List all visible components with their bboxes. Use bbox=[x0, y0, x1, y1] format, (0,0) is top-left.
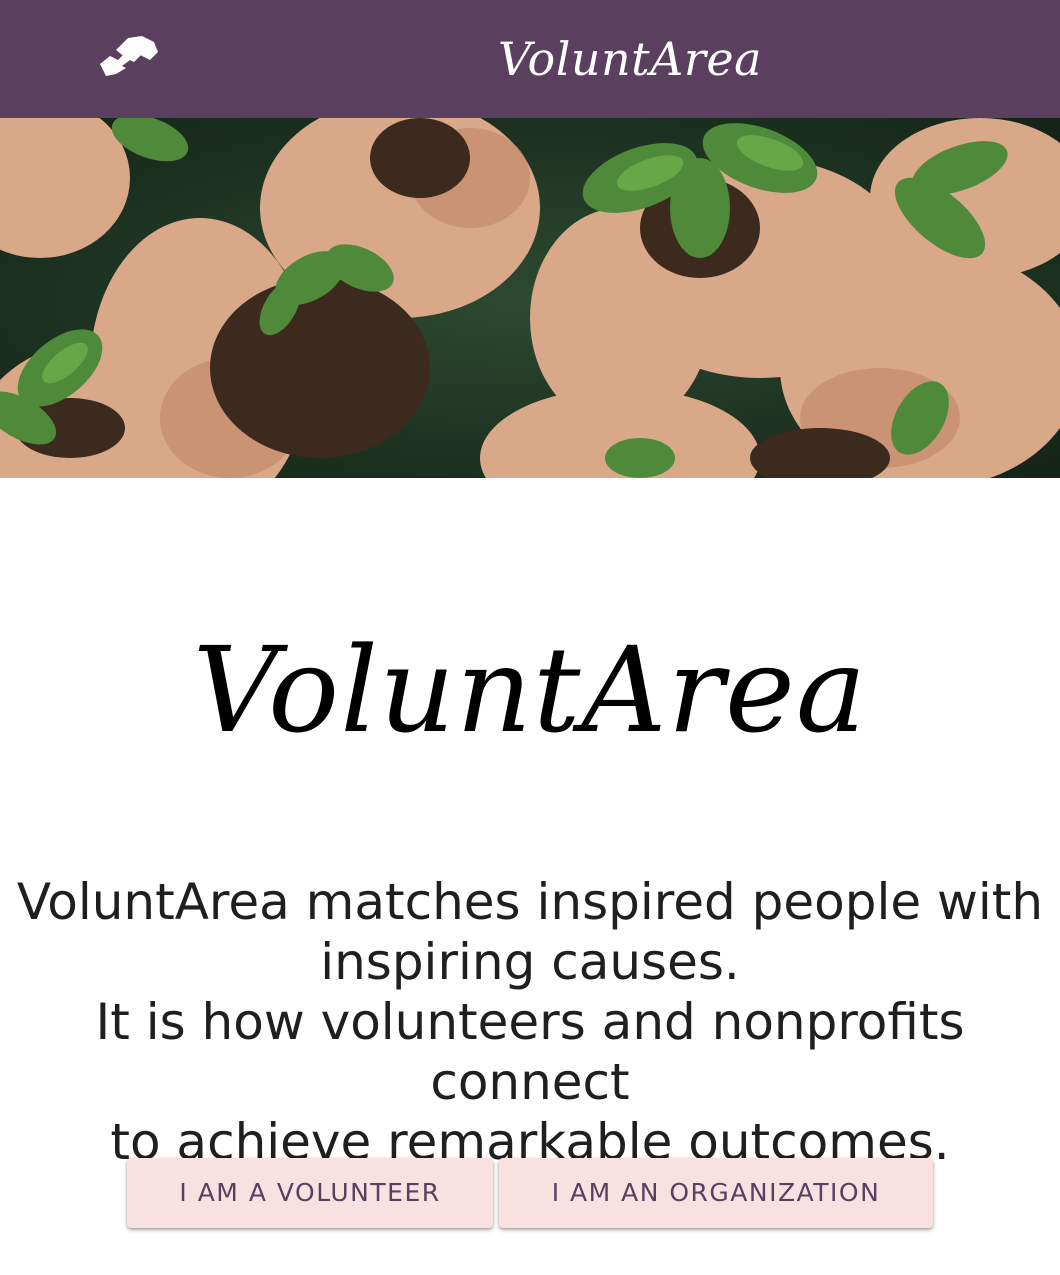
tagline-line: It is how volunteers and nonprofits conn… bbox=[95, 993, 965, 1111]
hero-image bbox=[0, 118, 1060, 478]
volunteer-button[interactable]: I AM A VOLUNTEER bbox=[127, 1158, 493, 1228]
tagline-line: VoluntArea matches inspired people with bbox=[16, 873, 1044, 931]
tagline: VoluntArea matches inspired people with … bbox=[0, 872, 1060, 1172]
organization-button[interactable]: I AM AN ORGANIZATION bbox=[499, 1158, 933, 1228]
app-bar: VoluntArea bbox=[0, 0, 1060, 118]
app-title: VoluntArea bbox=[498, 32, 762, 86]
tagline-line: inspiring causes. bbox=[320, 933, 740, 991]
brand-title: VoluntArea bbox=[192, 621, 868, 759]
